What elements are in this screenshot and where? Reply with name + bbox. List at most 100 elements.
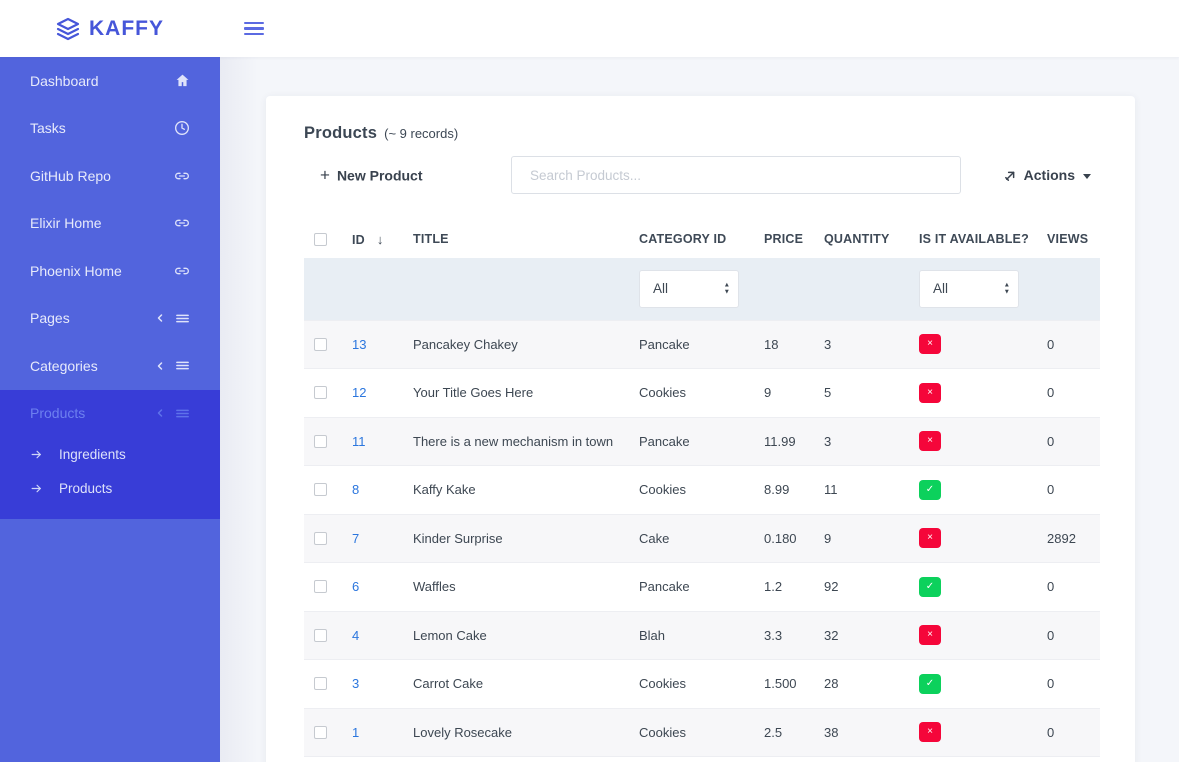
row-price-cell: 11.99 [764,417,824,466]
row-checkbox[interactable] [314,483,327,496]
caret-down-icon [1083,174,1091,179]
top-bar: KAFFY [0,0,1179,57]
column-header-views[interactable]: VIEWS [1047,220,1100,258]
column-header-title[interactable]: TITLE [413,220,639,258]
available-filter-select[interactable]: All [919,270,1019,308]
column-label: TITLE [413,232,449,246]
row-id-link[interactable]: 4 [352,628,359,643]
sidebar: DashboardTasksGitHub RepoElixir HomePhoe… [0,57,220,762]
row-id-link[interactable]: 7 [352,531,359,546]
column-header-quantity[interactable]: QUANTITY [824,220,919,258]
row-available-cell: ✓ [919,563,1047,612]
filter-empty-cell [413,258,639,320]
x-icon: × [927,436,933,446]
arrow-right-icon [30,482,43,495]
sidebar-item-github-repo[interactable]: GitHub Repo [0,152,220,200]
row-id-link[interactable]: 6 [352,579,359,594]
column-label: PRICE [764,232,803,246]
filter-empty-cell [304,258,340,320]
table-row: 12Your Title Goes HereCookies95×0 [304,369,1100,418]
row-id-cell: 1 [340,708,413,757]
row-views-cell: 0 [1047,708,1100,757]
new-product-button[interactable]: + New Product [320,167,423,184]
sidebar-item-phoenix-home[interactable]: Phoenix Home [0,247,220,295]
sidebar-subitem-ingredients[interactable]: Ingredients [0,437,220,471]
column-header-price[interactable]: PRICE [764,220,824,258]
row-select-cell [304,369,340,418]
available-filter: All▲▼ [919,270,1019,308]
filter-empty-cell [340,258,413,320]
sidebar-item-pages[interactable]: Pages [0,295,220,343]
row-quantity-cell: 38 [824,708,919,757]
plus-icon: + [320,167,330,184]
page-header: Products (~ 9 records) [304,124,1097,143]
row-checkbox[interactable] [314,386,327,399]
x-icon: × [927,339,933,349]
row-id-link[interactable]: 3 [352,676,359,691]
hamburger-icon[interactable] [244,19,264,39]
row-checkbox[interactable] [314,629,327,642]
sort-desc-icon[interactable]: ↓ [377,232,384,247]
row-title-cell: Pancakey Chakey [413,320,639,369]
brand-logo[interactable]: KAFFY [0,17,220,41]
sidebar-item-tasks[interactable]: Tasks [0,105,220,153]
table-row: 7Kinder SurpriseCake0.1809×2892 [304,514,1100,563]
row-id-cell: 3 [340,660,413,709]
row-select-cell [304,320,340,369]
new-product-label: New Product [337,167,423,183]
row-id-link[interactable]: 13 [352,337,366,352]
row-price-cell: 18 [764,320,824,369]
row-id-link[interactable]: 12 [352,385,366,400]
row-id-link[interactable]: 8 [352,482,359,497]
check-icon: ✓ [926,679,934,689]
sidebar-group-products: ProductsIngredientsProducts [0,390,220,520]
row-views-cell: 0 [1047,417,1100,466]
chevron-left-icon [154,407,166,419]
row-select-cell [304,660,340,709]
table-row: 6WafflesPancake1.292✓0 [304,563,1100,612]
unavailable-x-badge: × [919,722,941,742]
row-title-cell: Your Title Goes Here [413,369,639,418]
row-id-link[interactable]: 11 [352,434,366,449]
sidebar-subitem-products[interactable]: Products [0,471,220,505]
sidebar-item-products[interactable]: Products [0,390,220,438]
row-category-cell: Cookies [639,660,764,709]
row-checkbox[interactable] [314,580,327,593]
sidebar-item-label: Pages [30,310,70,326]
row-id-link[interactable]: 1 [352,725,359,740]
select-all-checkbox[interactable] [314,233,327,246]
clock-icon [174,120,190,136]
sidebar-item-elixir-home[interactable]: Elixir Home [0,200,220,248]
row-id-cell: 8 [340,466,413,515]
row-available-cell: × [919,320,1047,369]
row-quantity-cell: 28 [824,660,919,709]
row-quantity-cell: 32 [824,611,919,660]
row-title-cell: Kaffy Kake [413,466,639,515]
sidebar-item-dashboard[interactable]: Dashboard [0,57,220,105]
brand-name: KAFFY [89,17,164,41]
sidebar-item-categories[interactable]: Categories [0,342,220,390]
row-category-cell: Cake [639,514,764,563]
row-category-cell: Cookies [639,369,764,418]
row-checkbox[interactable] [314,532,327,545]
check-icon: ✓ [926,582,934,592]
column-header-id[interactable]: ID↓ [340,220,413,258]
actions-dropdown-button[interactable]: Actions [1003,167,1091,183]
x-icon: × [927,727,933,737]
row-checkbox[interactable] [314,677,327,690]
column-header-category[interactable]: CATEGORY ID [639,220,764,258]
row-category-cell: Cookies [639,708,764,757]
chevron-left-icon [154,360,166,372]
home-icon [175,73,190,88]
row-checkbox[interactable] [314,726,327,739]
row-views-cell: 0 [1047,563,1100,612]
sidebar-item-label: Products [30,405,85,421]
available-check-badge: ✓ [919,480,941,500]
column-header-available[interactable]: IS IT AVAILABLE? [919,220,1047,258]
filter-empty-cell [764,258,824,320]
row-checkbox[interactable] [314,435,327,448]
category-filter-select[interactable]: All [639,270,739,308]
row-checkbox[interactable] [314,338,327,351]
search-input[interactable] [511,156,961,194]
select-all-header-cell [304,220,340,258]
